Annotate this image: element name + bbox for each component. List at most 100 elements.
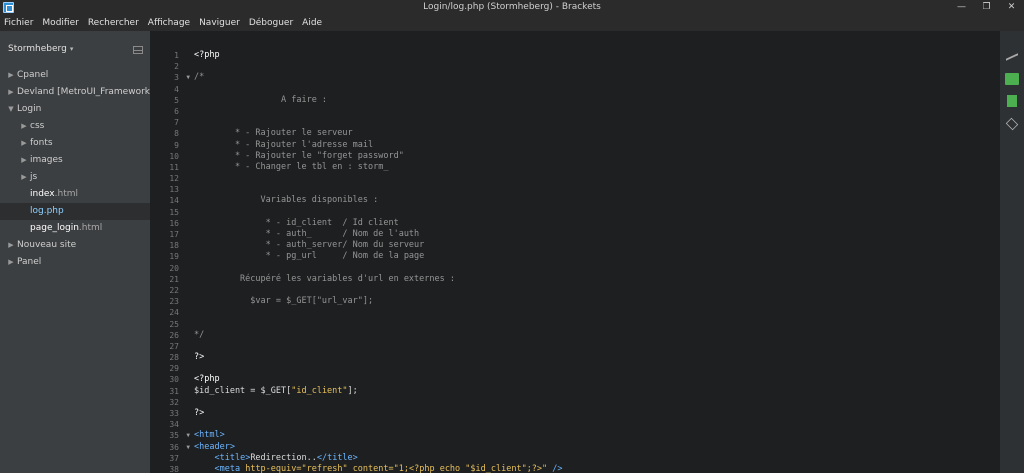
code-line: * - Rajouter l'adresse mail [194,139,374,150]
line-number: 16 [169,218,179,228]
tree-folder-item[interactable]: ▼ Login [0,101,150,118]
code-line: $var = $_GET["url_var"]; [194,296,374,307]
tree-item-label: Devland [MetroUI_Framework] [17,87,154,97]
tree-file-item[interactable]: page_login.html [0,220,150,237]
menu-affichage[interactable]: Affichage [148,15,190,31]
code-line: /* [194,72,205,83]
live-preview-icon[interactable] [1005,51,1019,63]
expanded-arrow-icon[interactable]: ▼ [7,101,15,118]
split-view-icon[interactable] [133,46,143,54]
collapsed-arrow-icon[interactable]: ▶ [7,237,15,254]
line-number: 7 [174,118,179,128]
project-dropdown[interactable]: Stormheberg ▾ [8,44,73,54]
line-number: 17 [169,230,179,239]
tree-file-item[interactable]: log.php [0,203,150,220]
tree-folder-item[interactable]: ▶ Panel [0,254,150,271]
tree-folder-item[interactable]: ▶ Nouveau site [0,237,150,254]
extension-manager-icon[interactable] [1005,73,1019,85]
tree-folder-item[interactable]: ▶ css [0,118,150,135]
code-line: <html> [194,430,225,441]
fold-arrow-icon[interactable]: ▼ [186,430,190,441]
collapsed-arrow-icon[interactable]: ▶ [7,254,15,271]
tree-folder-item[interactable]: ▶ fonts [0,135,150,152]
line-number: 34 [169,420,179,430]
menu-aide[interactable]: Aide [302,15,322,31]
extension-icon[interactable] [1007,95,1017,107]
tree-folder-item[interactable]: ▶ js [0,169,150,186]
line-number: 10 [169,151,179,161]
tree-item-label: log.php [30,206,64,216]
line-number: 12 [169,174,179,184]
menu-deboguer[interactable]: Déboguer [249,15,293,31]
minimize-button[interactable]: — [949,0,974,15]
tree-folder-item[interactable]: ▶ images [0,152,150,169]
menu-rechercher[interactable]: Rechercher [88,15,139,31]
line-number: 35 ▼ [169,430,190,441]
title-bar: Login/log.php (Stormheberg) - Brackets —… [0,0,1024,15]
tree-item-label: css [30,121,45,131]
code-line: * - auth_server/ Nom du serveur [194,240,425,251]
line-number: 8 [174,129,179,139]
code-line: <title>Redirection..</title> [214,452,358,463]
tree-item-label: images [30,155,63,165]
code-line: Variables disponibles : [194,195,379,206]
caret-down-icon: ▾ [69,45,74,53]
collapsed-arrow-icon[interactable]: ▶ [20,169,28,186]
code-line: * - Rajouter le "forget password" [194,150,404,161]
maximize-button[interactable]: ❐ [974,0,999,15]
collapsed-arrow-icon[interactable]: ▶ [20,152,28,169]
line-number: 11 [169,162,179,172]
collapsed-arrow-icon[interactable]: ▶ [7,84,15,101]
collapsed-arrow-icon[interactable]: ▶ [20,118,28,135]
tree-file-item[interactable]: index.html [0,186,150,203]
code-line: ?> [194,352,205,363]
window-title: Login/log.php (Stormheberg) - Brackets [423,2,601,12]
code-line: A faire : [194,94,328,105]
tree-item-label: Login [17,104,42,114]
line-number: 31 [169,386,179,396]
code-line: * - pg_url / Nom de la page [194,251,425,262]
code-area[interactable]: <?php /* A faire : * - Rajouter le serve… [194,50,994,473]
code-line: Récupéré les variables d'url en externes… [194,273,455,284]
line-number: 30 [169,375,179,385]
line-number: 29 [169,364,179,374]
fold-arrow-icon[interactable]: ▼ [186,442,190,453]
line-number: 15 [169,207,179,217]
project-sidebar: Stormheberg ▾ ▶ Cpanel ▶ Devland [MetroUI_Fr… [0,31,154,473]
menu-bar: Fichier Modifier Rechercher Affichage Na… [0,15,1024,31]
line-number: 26 [169,330,179,340]
line-number: 24 [169,308,179,318]
close-button[interactable]: ✕ [999,0,1024,15]
menu-modifier[interactable]: Modifier [42,15,78,31]
line-number: 6 [174,106,179,116]
tree-item-label: Panel [17,257,42,267]
collapsed-arrow-icon[interactable]: ▶ [20,135,28,152]
line-number: 22 [169,285,179,295]
collapsed-arrow-icon[interactable]: ▶ [7,67,15,84]
tree-folder-item[interactable]: ▶ Devland [MetroUI_Framework] [0,84,153,101]
line-number: 37 [169,453,179,463]
line-number: 13 [169,185,179,195]
menu-naviguer[interactable]: Naviguer [199,15,240,31]
line-number: 28 [169,353,179,363]
code-editor[interactable]: 1 2 3 ▼ 4 5 6 7 8 9 10 11 12 13 14 15 16 17 18 19 20 21 22 23 24… [150,31,1000,473]
code-line: <?php [194,50,220,60]
line-number: 25 [169,319,179,329]
code-line: <meta http-equiv="refresh" content="1;<?… [214,463,563,473]
line-number: 38 [169,464,179,473]
tree-item-label: page_login.html [30,223,103,233]
layers-icon[interactable] [1005,117,1019,131]
fold-arrow-icon[interactable]: ▼ [186,72,190,83]
menu-fichier[interactable]: Fichier [4,15,33,31]
line-number-gutter: 1 2 3 ▼ 4 5 6 7 8 9 10 11 12 13 14 15 16 17 18 19 20 21 22 23 24… [150,50,192,473]
tree-folder-item[interactable]: ▶ Cpanel [0,67,150,84]
tree-item-label: js [30,172,38,182]
